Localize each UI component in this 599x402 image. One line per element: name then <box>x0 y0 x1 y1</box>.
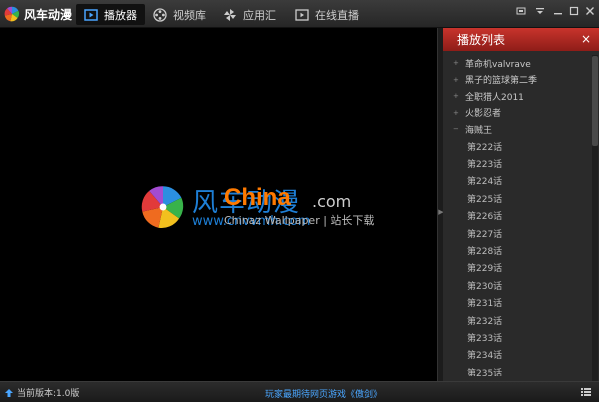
episode-item[interactable]: 第227话 <box>443 224 599 241</box>
title-bar: 风车动漫 播放器 视频库 应用汇 在线直播 <box>0 0 599 28</box>
episode-item[interactable]: 第225话 <box>443 190 599 207</box>
episode-item[interactable]: 第231话 <box>443 294 599 311</box>
tab-label: 视频库 <box>173 8 206 22</box>
episode-item[interactable]: 第228话 <box>443 242 599 259</box>
pinwheel-logo-icon <box>141 186 184 228</box>
tab-player[interactable]: 播放器 <box>76 4 145 25</box>
episode-item[interactable]: 第234话 <box>443 346 599 363</box>
playlist-series[interactable]: + 革命机valvrave <box>443 55 599 72</box>
expand-arrow-icon: + <box>453 108 459 117</box>
tab-label: 播放器 <box>104 8 137 22</box>
collapse-arrow-icon: − <box>453 125 459 134</box>
playlist-list: + 革命机valvrave + 黑子的篮球第二季 + 全职猎人2011 + 火影忍者 −… <box>443 51 599 376</box>
watermark-subtitle: Chinaz Wallpaper | 站长下载 <box>224 214 375 227</box>
episode-item[interactable]: 第222话 <box>443 138 599 155</box>
playlist-series[interactable]: + 全职猎人2011 <box>443 88 599 105</box>
playlist-panel: 播放列表 × + 革命机valvrave + 黑子的篮球第二季 + 全职猎人2011 … <box>443 28 599 381</box>
status-bar: 当前版本:1.0版 玩家最期待网页游戏《傲剑》 <box>0 381 599 402</box>
menu-dropdown-icon[interactable] <box>533 4 547 18</box>
expand-arrow-icon: + <box>453 92 459 101</box>
tab-app-center[interactable]: 应用汇 <box>215 4 284 25</box>
playlist-header: 播放列表 × <box>443 28 599 51</box>
play-icon <box>84 8 98 21</box>
episode-item[interactable]: 第226话 <box>443 207 599 224</box>
episode-item[interactable]: 第233话 <box>443 329 599 346</box>
app-name: 风车动漫 <box>24 7 73 22</box>
watermark-brand: China <box>224 184 291 211</box>
video-player[interactable]: 风车动漫 www.cnvvmh.com China .com Chinaz Wa… <box>0 28 437 381</box>
film-reel-icon <box>153 7 167 22</box>
playlist-series[interactable]: + 黑子的篮球第二季 <box>443 72 599 89</box>
maximize-icon[interactable] <box>567 4 581 18</box>
version-text: 当前版本:1.0版 <box>17 389 80 399</box>
splash-logo-group: 风车动漫 www.cnvvmh.com China .com Chinaz Wa… <box>140 180 440 260</box>
tv-icon <box>295 8 309 21</box>
update-arrow-icon <box>5 388 13 397</box>
episode-item[interactable]: 第235话 <box>443 364 599 376</box>
close-icon[interactable] <box>583 4 597 18</box>
playlist-title: 播放列表 <box>457 33 506 47</box>
expand-arrow-icon: + <box>453 59 459 68</box>
minimize-icon[interactable] <box>551 4 565 18</box>
tab-video-library[interactable]: 视频库 <box>145 4 214 25</box>
promo-link[interactable]: 玩家最期待网页游戏《傲剑》 <box>265 387 382 400</box>
episode-item[interactable]: 第232话 <box>443 311 599 328</box>
tab-live[interactable]: 在线直播 <box>287 4 367 25</box>
expand-arrow-icon: + <box>453 75 459 84</box>
pinwheel-logo-icon <box>4 6 20 22</box>
tab-label: 在线直播 <box>315 8 359 22</box>
pinwheel-icon <box>224 8 236 21</box>
brand: 风车动漫 <box>4 5 72 23</box>
skin-icon[interactable] <box>514 4 528 18</box>
episode-item[interactable]: 第229话 <box>443 259 599 276</box>
tab-label: 应用汇 <box>243 8 276 22</box>
episode-item[interactable]: 第230话 <box>443 277 599 294</box>
playlist-series[interactable]: − 海贼王 <box>443 121 599 138</box>
close-icon[interactable]: × <box>581 32 591 46</box>
version-info[interactable]: 当前版本:1.0版 <box>4 386 79 399</box>
episode-item[interactable]: 第223话 <box>443 155 599 172</box>
list-menu-icon[interactable] <box>580 386 592 398</box>
scrollbar-thumb[interactable] <box>592 56 598 146</box>
playlist-series[interactable]: + 火影忍者 <box>443 105 599 122</box>
watermark-suffix: .com <box>312 192 352 211</box>
episode-item[interactable]: 第224话 <box>443 172 599 189</box>
